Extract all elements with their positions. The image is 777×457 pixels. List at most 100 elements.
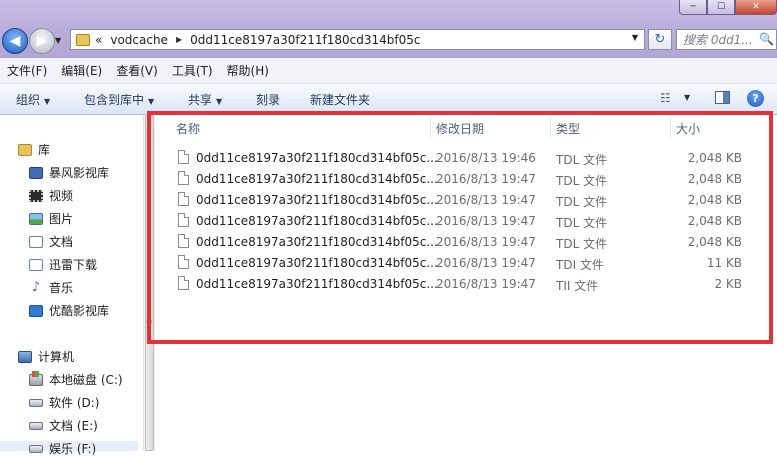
sidebar-item-label: 娱乐 (F:) [49, 442, 97, 456]
file-type: TDL 文件 [556, 216, 608, 230]
column-header-date[interactable]: 修改日期 [436, 120, 484, 137]
drive-icon [29, 398, 43, 407]
file-date: 2016/8/13 19:47 [436, 172, 536, 186]
sidebar-scrollbar[interactable] [143, 115, 155, 451]
sidebar-item-pictures[interactable]: 图片 [29, 210, 73, 227]
sidebar-item-label: 软件 (D:) [49, 396, 100, 410]
file-date: 2016/8/13 19:47 [436, 235, 536, 249]
column-header-name[interactable]: 名称 [176, 120, 200, 137]
share-label: 共享 [188, 93, 213, 107]
chevron-down-icon[interactable]: ▼ [684, 93, 690, 102]
window-controls: ─ ☐ ✕ [679, 0, 777, 15]
file-size: 2,048 KB [687, 214, 742, 228]
include-library-label: 包含到库中 [84, 93, 145, 107]
download-folder-icon [29, 258, 43, 271]
column-divider[interactable] [550, 116, 551, 138]
media-library-icon [29, 166, 43, 179]
maximize-button[interactable]: ☐ [707, 0, 735, 15]
address-overflow[interactable]: « [95, 33, 102, 47]
back-button[interactable]: ◀ [2, 28, 28, 54]
search-icon[interactable]: 🔍 [759, 32, 774, 46]
column-divider[interactable] [670, 116, 671, 138]
help-icon[interactable]: ? [747, 90, 764, 107]
preview-pane-icon[interactable] [715, 91, 730, 104]
file-type: TDL 文件 [556, 237, 608, 251]
search-input[interactable]: 搜索 0dd1... 🔍 [676, 29, 777, 50]
sidebar-item-label: 音乐 [49, 281, 74, 295]
file-name: 0dd11ce8197a30f211f180cd314bf05c... [196, 214, 438, 228]
menu-edit[interactable]: 编辑(E) [61, 62, 102, 79]
sidebar-item-label: 优酷影视库 [49, 304, 110, 318]
file-name: 0dd11ce8197a30f211f180cd314bf05c... [196, 151, 438, 165]
forward-button[interactable]: ▶ [29, 28, 55, 54]
table-row[interactable]: 0dd11ce8197a30f211f180cd314bf05c... 2016… [176, 253, 746, 274]
file-name: 0dd11ce8197a30f211f180cd314bf05c... [196, 172, 438, 186]
drive-icon [29, 444, 43, 453]
file-date: 2016/8/13 19:47 [436, 193, 536, 207]
file-date: 2016/8/13 19:47 [436, 214, 536, 228]
address-dropdown-icon[interactable]: ▼ [632, 33, 638, 42]
file-date: 2016/8/13 19:47 [436, 256, 536, 270]
menu-file[interactable]: 文件(F) [7, 62, 47, 79]
share-button[interactable]: 共享 ▼ [188, 91, 222, 108]
chevron-down-icon: ▼ [44, 97, 51, 106]
sidebar-item-label: 视频 [49, 189, 74, 203]
table-row[interactable]: 0dd11ce8197a30f211f180cd314bf05c... 2016… [176, 274, 746, 295]
address-bar[interactable]: « vodcache ▶ 0dd11ce8197a30f211f180cd314… [70, 29, 645, 50]
chevron-down-icon: ▼ [148, 97, 155, 106]
sidebar-item-computer[interactable]: 计算机 [18, 348, 74, 365]
refresh-button[interactable]: ↻ [648, 29, 672, 50]
sidebar-item-youku-library[interactable]: 优酷影视库 [29, 302, 109, 319]
menu-tools[interactable]: 工具(T) [172, 62, 213, 79]
table-row[interactable]: 0dd11ce8197a30f211f180cd314bf05c... 2016… [176, 169, 746, 190]
sidebar-item-drive-f[interactable]: 娱乐 (F:) [29, 440, 96, 457]
document-icon [29, 235, 43, 248]
include-in-library-button[interactable]: 包含到库中 ▼ [84, 91, 154, 108]
breadcrumb-separator-icon[interactable]: ▶ [176, 35, 182, 44]
sidebar-item-library[interactable]: 库 [18, 141, 50, 158]
table-row[interactable]: 0dd11ce8197a30f211f180cd314bf05c... 2016… [176, 148, 746, 169]
sidebar-item-label: 文档 [49, 235, 74, 249]
file-size: 2,048 KB [687, 235, 742, 249]
column-divider[interactable] [430, 116, 431, 138]
scrollbar-thumb[interactable] [145, 115, 154, 451]
recent-pages-dropdown[interactable]: ▼ [55, 36, 61, 45]
sidebar-item-label: 文档 (E:) [49, 419, 98, 433]
grip-icon[interactable]: ≡ [143, 317, 155, 326]
column-header-type[interactable]: 类型 [556, 120, 580, 137]
sidebar-item-videos[interactable]: 视频 [29, 187, 73, 204]
file-size: 2,048 KB [687, 172, 742, 186]
breadcrumb-current-folder[interactable]: 0dd11ce8197a30f211f180cd314bf05c [190, 33, 420, 47]
menu-bar: 文件(F) 编辑(E) 查看(V) 工具(T) 帮助(H) [0, 58, 777, 84]
column-header-size[interactable]: 大小 [676, 120, 700, 137]
file-type: TDL 文件 [556, 153, 608, 167]
file-icon [178, 150, 189, 164]
sidebar-item-label: 迅雷下载 [49, 258, 98, 272]
sidebar-item-documents[interactable]: 文档 [29, 233, 73, 250]
burn-button[interactable]: 刻录 [256, 91, 280, 108]
file-name: 0dd11ce8197a30f211f180cd314bf05c... [196, 256, 438, 270]
file-name: 0dd11ce8197a30f211f180cd314bf05c... [196, 193, 438, 207]
media-library-icon [29, 304, 43, 317]
view-options-icon[interactable]: ☷ [660, 92, 674, 105]
command-bar: 组织 ▼ 包含到库中 ▼ 共享 ▼ 刻录 新建文件夹 ☷ ▼ ? [0, 84, 777, 115]
breadcrumb-vodcache[interactable]: vodcache [110, 33, 168, 47]
sidebar-item-baofeng-library[interactable]: 暴风影视库 [29, 164, 109, 181]
file-name: 0dd11ce8197a30f211f180cd314bf05c... [196, 235, 438, 249]
new-folder-button[interactable]: 新建文件夹 [310, 91, 370, 108]
sidebar-item-thunder-downloads[interactable]: 迅雷下载 [29, 256, 97, 273]
close-button[interactable]: ✕ [735, 0, 777, 15]
table-row[interactable]: 0dd11ce8197a30f211f180cd314bf05c... 2016… [176, 211, 746, 232]
search-placeholder: 搜索 0dd1... [683, 33, 753, 47]
menu-help[interactable]: 帮助(H) [227, 62, 269, 79]
sidebar-item-drive-c[interactable]: 本地磁盘 (C:) [29, 370, 123, 388]
sidebar-item-drive-e[interactable]: 文档 (E:) [29, 417, 98, 434]
table-row[interactable]: 0dd11ce8197a30f211f180cd314bf05c... 2016… [176, 232, 746, 253]
file-size: 2 KB [714, 277, 742, 291]
organize-button[interactable]: 组织 ▼ [16, 91, 50, 108]
minimize-button[interactable]: ─ [679, 0, 707, 15]
sidebar-item-drive-d[interactable]: 软件 (D:) [29, 394, 99, 411]
sidebar-item-music[interactable]: ♪ 音乐 [29, 279, 73, 296]
table-row[interactable]: 0dd11ce8197a30f211f180cd314bf05c... 2016… [176, 190, 746, 211]
menu-view[interactable]: 查看(V) [116, 62, 158, 79]
